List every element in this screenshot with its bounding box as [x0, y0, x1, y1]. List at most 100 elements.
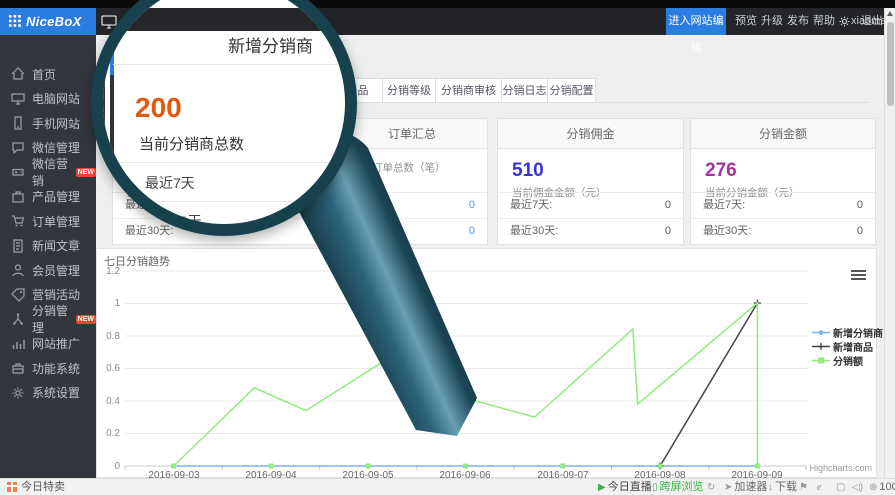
logo-text: NiceBoX [26, 14, 82, 29]
sidebar-item-orders[interactable]: 订单管理 [0, 209, 96, 234]
y-axis-tick: 0.8 [94, 331, 120, 342]
flag-button[interactable]: ⚑ [799, 479, 810, 495]
divider [113, 64, 348, 65]
card-value: 510 [512, 160, 683, 182]
gift-icon [7, 482, 17, 492]
history-button[interactable]: ↻ [707, 479, 717, 495]
magnified-sidebar-sliver [96, 31, 114, 205]
upgrade-link[interactable]: 升级 [759, 8, 785, 35]
card-value-label: 当前订单总数（笔） [351, 160, 487, 175]
chat-icon [11, 141, 25, 155]
divider [111, 162, 349, 163]
y-axis-tick: 1 [94, 298, 120, 309]
scroll-up-arrow-icon[interactable] [887, 11, 893, 16]
card-row: 最近7天:0 [498, 192, 683, 218]
card-value: 276 [705, 160, 875, 182]
help-link[interactable]: 帮助 [811, 8, 837, 35]
today-deals-button[interactable]: 今日特卖 [21, 479, 65, 495]
bar-chart-icon [11, 337, 25, 351]
scrollbar-thumb[interactable] [887, 22, 894, 106]
magnified-row-7days: 最近7天 [145, 173, 195, 193]
gear-icon[interactable] [839, 16, 850, 27]
sound-button[interactable]: ◁) [852, 479, 865, 495]
card-row: 最近30天:0 [498, 218, 683, 244]
y-axis-tick: 0.6 [94, 363, 120, 374]
history-icon: ↻ [707, 482, 715, 493]
sidebar-item-mobile-site[interactable]: 手机网站 [0, 111, 96, 136]
new-badge: NEW [76, 315, 96, 324]
legend-item-distribution-amount[interactable]: 分销额 [812, 353, 883, 367]
tab-distribution-log[interactable]: 分销日志 [501, 78, 548, 103]
tab-distributor-review[interactable]: 分销商审核 [435, 78, 502, 103]
tag-icon [11, 288, 25, 302]
magnified-card-value: 200 [135, 92, 182, 124]
cart-icon [11, 214, 25, 228]
cross-screen-button[interactable]: ▯跨屏浏览 [652, 479, 704, 495]
y-axis-tick: 0 [94, 461, 120, 472]
download-button[interactable]: ↓下载 [768, 479, 797, 495]
window-mode-button[interactable]: ▢ [836, 479, 847, 495]
enter-site-edit-button[interactable]: 进入网站编辑 [666, 8, 726, 35]
toolbox-icon [11, 361, 25, 375]
card-commission: 分销佣金 510 当前佣金金额（元） 最近7天:0 最近30天:0 [497, 118, 684, 245]
app-window: NiceBoX 进入网站编辑 预览 升级 发布 帮助 xiaomei 退出 首页… [0, 0, 895, 495]
sidebar-item-promotion[interactable]: 网站推广 [0, 332, 96, 357]
sidebar-item-functions[interactable]: 功能系统 [0, 356, 96, 381]
magnified-topbar [91, 8, 357, 31]
magnified-card-value-label: 当前分销商总数 [139, 133, 244, 154]
flag-icon: ⚑ [799, 482, 808, 493]
browser-e-icon: e [817, 482, 821, 493]
divider [111, 201, 351, 202]
legend-square-icon [812, 356, 830, 365]
apps-grid-icon [9, 15, 21, 27]
highcharts-watermark: Highcharts.com [806, 463, 872, 473]
sidebar-item-home[interactable]: 首页 [0, 62, 96, 87]
card-title: 分销佣金 [498, 119, 683, 149]
card-row: 最近7天:0 [691, 192, 875, 218]
card-row: 最近30天:0 [691, 218, 875, 244]
person-icon [11, 263, 25, 277]
new-badge: NEW [76, 168, 96, 177]
tab-distribution-levels[interactable]: 分销等级 [382, 78, 436, 103]
sidebar-item-products[interactable]: 产品管理 [0, 185, 96, 210]
accelerator-button[interactable]: ➤加速器 [724, 479, 767, 495]
gear-icon [11, 386, 25, 400]
sidebar-item-settings[interactable]: 系统设置 [0, 381, 96, 406]
magnified-card-title: 新增分销商 [183, 32, 357, 57]
card-title: 分销金额 [691, 119, 875, 149]
briefcase-icon [11, 190, 25, 204]
card-title: 订单汇总 [337, 119, 487, 149]
download-icon: ↓ [768, 482, 773, 493]
legend-line-dot-icon [812, 328, 830, 337]
zoom-level-button[interactable]: ⊕100% [869, 479, 895, 495]
magnifier-lens: 新增分销商 200 当前分销商总数 最近7天 最近30天 [91, 0, 357, 236]
tab-distribution-config[interactable]: 分销配置 [547, 78, 596, 103]
card-row: 最近30天:0 [337, 218, 487, 244]
gamepad-icon [11, 165, 25, 179]
phone-icon: ▯ [652, 482, 658, 493]
today-live-button[interactable]: ▶今日直播 [598, 479, 652, 495]
line-chart [96, 248, 877, 478]
chart-legend: 新增分销商 新增商品 分销额 [812, 325, 883, 367]
legend-item-new-products[interactable]: 新增商品 [812, 339, 883, 353]
publish-link[interactable]: 发布 [785, 8, 811, 35]
vertical-scrollbar[interactable] [884, 8, 895, 478]
logout-link[interactable]: 退出 [859, 8, 885, 35]
sidebar-item-members[interactable]: 会员管理 [0, 258, 96, 283]
sidebar-item-pc-site[interactable]: 电脑网站 [0, 87, 96, 112]
browser-button[interactable]: e [817, 479, 823, 495]
speaker-icon: ◁) [852, 482, 863, 493]
y-axis-tick: 0.4 [94, 396, 120, 407]
sidebar-item-news[interactable]: 新闻文章 [0, 234, 96, 259]
zoom-icon: ⊕ [869, 482, 877, 493]
preview-link[interactable]: 预览 [733, 8, 759, 35]
logo[interactable]: NiceBoX [0, 8, 96, 35]
card-order-summary: 订单汇总 当前订单总数（笔） 最近7天:0 最近30天:0 [336, 118, 488, 245]
sidebar-item-wechat-marketing[interactable]: 微信营销NEW [0, 160, 96, 185]
desktop-icon [11, 92, 25, 106]
legend-item-new-distributors[interactable]: 新增分销商 [812, 325, 883, 339]
card-distribution-amount: 分销金额 276 当前分销金额（元） 最近7天:0 最近30天:0 [690, 118, 876, 245]
sidebar-item-distribution[interactable]: 分销管理NEW [0, 307, 96, 332]
share-nodes-icon [11, 312, 25, 326]
legend-line-plus-icon [812, 342, 830, 351]
